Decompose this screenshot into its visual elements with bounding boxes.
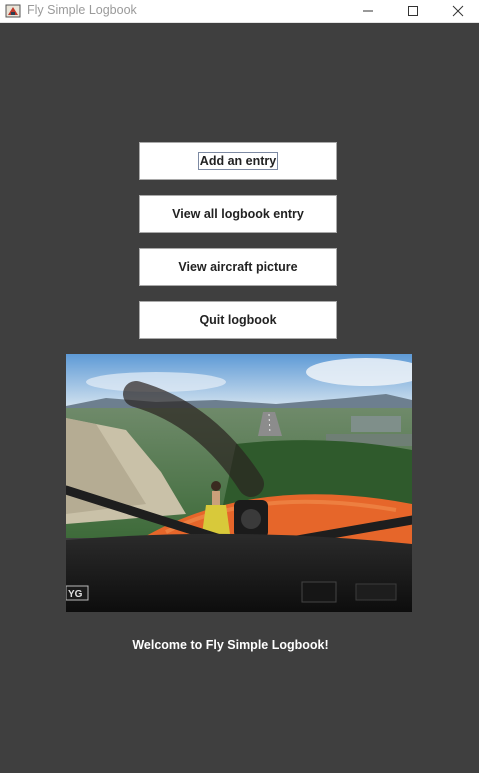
logbook-app-icon <box>5 3 21 19</box>
aircraft-cockpit-photo: YG <box>66 354 412 612</box>
view-all-entries-label: View all logbook entry <box>172 207 304 221</box>
view-aircraft-picture-label: View aircraft picture <box>178 260 298 274</box>
welcome-message: Welcome to Fly Simple Logbook! <box>132 638 329 652</box>
quit-logbook-button[interactable]: Quit logbook <box>139 301 337 339</box>
quit-logbook-label: Quit logbook <box>199 313 277 327</box>
window-title: Fly Simple Logbook <box>27 3 137 17</box>
app-window: Fly Simple Logbook Add an entry View all… <box>0 0 479 773</box>
minimize-icon[interactable] <box>345 0 391 22</box>
add-entry-button[interactable]: Add an entry <box>139 142 337 180</box>
view-aircraft-picture-button[interactable]: View aircraft picture <box>139 248 337 286</box>
close-icon[interactable] <box>435 0 479 22</box>
add-entry-label: Add an entry <box>197 152 279 170</box>
title-bar[interactable]: Fly Simple Logbook <box>0 0 479 23</box>
maximize-icon[interactable] <box>390 0 436 22</box>
view-all-entries-button[interactable]: View all logbook entry <box>139 195 337 233</box>
instrument-label: YG <box>68 589 83 600</box>
